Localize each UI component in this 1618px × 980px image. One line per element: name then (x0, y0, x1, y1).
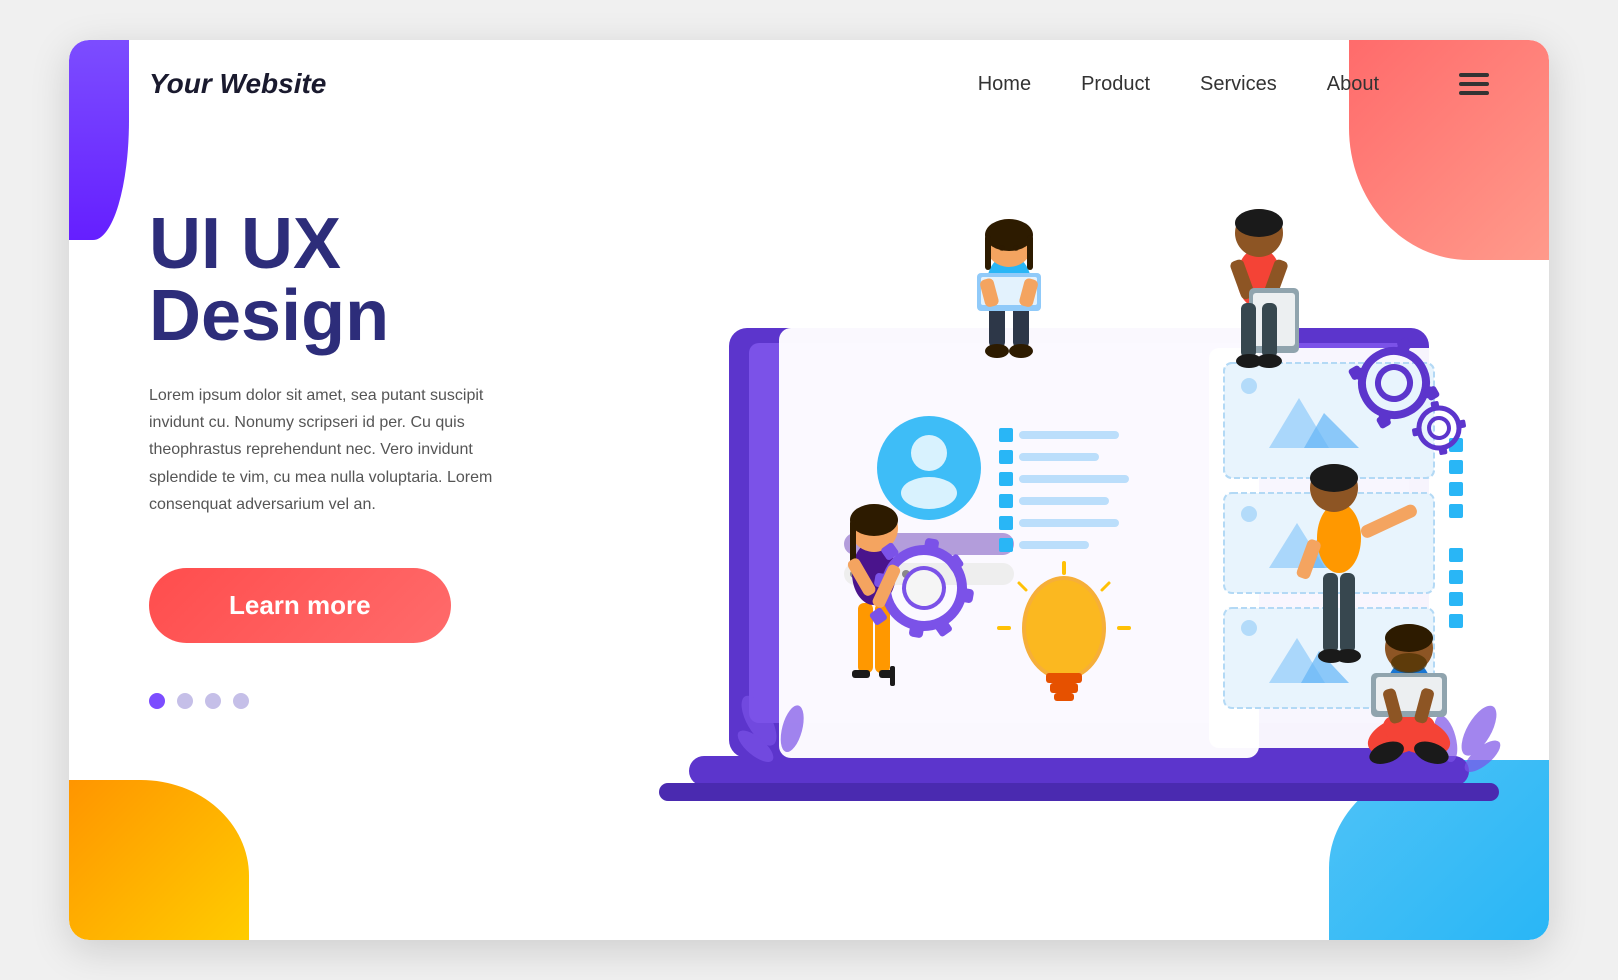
site-logo: Your Website (149, 68, 326, 100)
nav-home[interactable]: Home (978, 73, 1031, 96)
hero-title: UI UX Design (149, 208, 629, 352)
carousel-dots (149, 693, 629, 709)
ui-ux-illustration (629, 148, 1469, 898)
hero-left: UI UX Design Lorem ipsum dolor sit amet,… (149, 148, 629, 709)
hero-section: UI UX Design Lorem ipsum dolor sit amet,… (69, 128, 1549, 928)
nav-about[interactable]: About (1327, 73, 1379, 96)
navbar: Your Website Home Product Services About (69, 40, 1549, 128)
dot-1[interactable] (149, 693, 165, 709)
nav-links: Home Product Services About (978, 73, 1489, 96)
hero-description: Lorem ipsum dolor sit amet, sea putant s… (149, 382, 529, 518)
dot-4[interactable] (233, 693, 249, 709)
main-content: Your Website Home Product Services About… (69, 40, 1549, 940)
learn-more-button[interactable]: Learn more (149, 568, 451, 643)
dot-2[interactable] (177, 693, 193, 709)
nav-product[interactable]: Product (1081, 73, 1150, 96)
nav-services[interactable]: Services (1200, 73, 1277, 96)
hamburger-menu-icon[interactable] (1459, 73, 1489, 95)
dot-3[interactable] (205, 693, 221, 709)
page-wrapper: Your Website Home Product Services About… (69, 40, 1549, 940)
hero-illustration (629, 148, 1469, 898)
illustration-svg (649, 128, 1509, 848)
